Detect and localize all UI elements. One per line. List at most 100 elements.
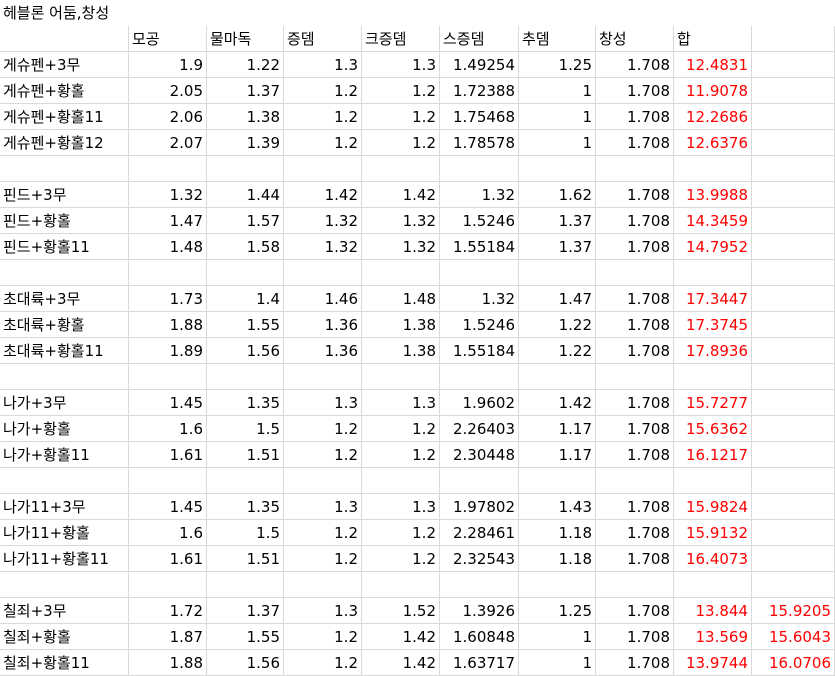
cell-extra[interactable] <box>752 260 835 286</box>
header-cell-total[interactable]: 합 <box>674 26 752 52</box>
cell-changseong[interactable]: 1.708 <box>596 650 674 676</box>
cell-extra[interactable] <box>752 156 835 182</box>
cell-chudem[interactable]: 1.43 <box>519 494 596 520</box>
header-cell-changseong[interactable]: 창성 <box>596 26 674 52</box>
cell-label[interactable] <box>0 572 129 598</box>
cell-jeungdem[interactable]: 1.2 <box>284 78 362 104</box>
cell-total[interactable] <box>674 468 752 494</box>
cell-total[interactable]: 16.4073 <box>674 546 752 572</box>
cell-label[interactable] <box>0 468 129 494</box>
cell-seujeungdem[interactable]: 1.75468 <box>440 104 519 130</box>
cell-mogong[interactable]: 1.88 <box>129 650 207 676</box>
cell-mulmadok[interactable]: 1.57 <box>207 208 284 234</box>
cell-changseong[interactable]: 1.708 <box>596 416 674 442</box>
cell-extra[interactable] <box>752 208 835 234</box>
cell-keujeungdem[interactable]: 1.2 <box>362 442 440 468</box>
cell-total[interactable]: 11.9078 <box>674 78 752 104</box>
cell-jeungdem[interactable]: 1.2 <box>284 650 362 676</box>
header-cell-mogong[interactable]: 모공 <box>129 26 207 52</box>
cell-changseong[interactable]: 1.708 <box>596 624 674 650</box>
cell-chudem[interactable]: 1.62 <box>519 182 596 208</box>
cell-jeungdem[interactable]: 1.3 <box>284 494 362 520</box>
cell-label[interactable] <box>0 364 129 390</box>
cell-seujeungdem[interactable]: 2.30448 <box>440 442 519 468</box>
cell-chudem[interactable]: 1.25 <box>519 598 596 624</box>
cell-seujeungdem[interactable]: 1.32 <box>440 182 519 208</box>
cell-mogong[interactable]: 1.61 <box>129 442 207 468</box>
cell-mogong[interactable]: 1.61 <box>129 546 207 572</box>
cell-changseong[interactable]: 1.708 <box>596 598 674 624</box>
cell-label[interactable]: 나가11+황홀 <box>0 520 129 546</box>
cell-keujeungdem[interactable] <box>362 572 440 598</box>
cell-chudem[interactable]: 1 <box>519 624 596 650</box>
cell-extra[interactable] <box>752 78 835 104</box>
cell-extra[interactable] <box>752 234 835 260</box>
cell-label[interactable]: 칠죄+3무 <box>0 598 129 624</box>
cell-mogong[interactable]: 1.47 <box>129 208 207 234</box>
cell-keujeungdem[interactable]: 1.42 <box>362 650 440 676</box>
cell-mulmadok[interactable]: 1.44 <box>207 182 284 208</box>
cell-changseong[interactable]: 1.708 <box>596 52 674 78</box>
cell-mulmadok[interactable]: 1.5 <box>207 520 284 546</box>
cell-seujeungdem[interactable]: 1.55184 <box>440 338 519 364</box>
cell-seujeungdem[interactable] <box>440 156 519 182</box>
cell-label[interactable]: 나가11+황홀11 <box>0 546 129 572</box>
cell-jeungdem[interactable] <box>284 156 362 182</box>
cell-total[interactable] <box>674 260 752 286</box>
cell-extra[interactable] <box>752 416 835 442</box>
cell-changseong[interactable]: 1.708 <box>596 390 674 416</box>
header-cell-chudem[interactable]: 추뎀 <box>519 26 596 52</box>
cell-label[interactable]: 게슈펜+황홀12 <box>0 130 129 156</box>
cell-mogong[interactable]: 1.6 <box>129 520 207 546</box>
cell-mulmadok[interactable]: 1.51 <box>207 442 284 468</box>
cell-label[interactable]: 나가+황홀 <box>0 416 129 442</box>
cell-mulmadok[interactable]: 1.35 <box>207 390 284 416</box>
cell-keujeungdem[interactable] <box>362 156 440 182</box>
cell-keujeungdem[interactable]: 1.38 <box>362 312 440 338</box>
cell-mogong[interactable]: 1.89 <box>129 338 207 364</box>
cell-extra[interactable] <box>752 104 835 130</box>
cell-extra[interactable] <box>752 364 835 390</box>
cell-label[interactable]: 핀드+황홀11 <box>0 234 129 260</box>
cell-seujeungdem[interactable]: 1.63717 <box>440 650 519 676</box>
cell-extra[interactable] <box>752 468 835 494</box>
cell-total[interactable]: 13.9988 <box>674 182 752 208</box>
cell-mogong[interactable]: 1.48 <box>129 234 207 260</box>
cell-mogong[interactable]: 2.06 <box>129 104 207 130</box>
cell-jeungdem[interactable]: 1.3 <box>284 598 362 624</box>
cell-changseong[interactable]: 1.708 <box>596 104 674 130</box>
cell-total[interactable]: 13.569 <box>674 624 752 650</box>
cell-keujeungdem[interactable]: 1.2 <box>362 130 440 156</box>
header-cell-seujeungdem[interactable]: 스증뎀 <box>440 26 519 52</box>
cell-changseong[interactable] <box>596 468 674 494</box>
cell-mulmadok[interactable]: 1.51 <box>207 546 284 572</box>
cell-extra[interactable]: 16.0706 <box>752 650 835 676</box>
cell-mogong[interactable] <box>129 364 207 390</box>
cell-label[interactable]: 게슈펜+황홀11 <box>0 104 129 130</box>
cell-seujeungdem[interactable]: 1.72388 <box>440 78 519 104</box>
cell-total[interactable]: 17.8936 <box>674 338 752 364</box>
cell-label[interactable]: 칠죄+황홀 <box>0 624 129 650</box>
cell-keujeungdem[interactable]: 1.3 <box>362 494 440 520</box>
cell-extra[interactable] <box>752 520 835 546</box>
cell-mulmadok[interactable]: 1.38 <box>207 104 284 130</box>
cell-keujeungdem[interactable]: 1.32 <box>362 208 440 234</box>
cell-mogong[interactable]: 1.6 <box>129 416 207 442</box>
cell-changseong[interactable] <box>596 364 674 390</box>
header-cell-jeungdem[interactable]: 증뎀 <box>284 26 362 52</box>
cell-keujeungdem[interactable]: 1.32 <box>362 234 440 260</box>
cell-changseong[interactable] <box>596 572 674 598</box>
cell-chudem[interactable]: 1 <box>519 78 596 104</box>
cell-jeungdem[interactable]: 1.32 <box>284 208 362 234</box>
cell-extra[interactable] <box>752 572 835 598</box>
cell-seujeungdem[interactable]: 1.5246 <box>440 208 519 234</box>
cell-jeungdem[interactable]: 1.2 <box>284 442 362 468</box>
cell-keujeungdem[interactable] <box>362 260 440 286</box>
cell-chudem[interactable] <box>519 260 596 286</box>
cell-keujeungdem[interactable] <box>362 364 440 390</box>
cell-chudem[interactable] <box>519 572 596 598</box>
cell-keujeungdem[interactable]: 1.2 <box>362 104 440 130</box>
header-cell-label[interactable] <box>0 26 129 52</box>
cell-chudem[interactable]: 1.17 <box>519 442 596 468</box>
cell-label[interactable] <box>0 156 129 182</box>
